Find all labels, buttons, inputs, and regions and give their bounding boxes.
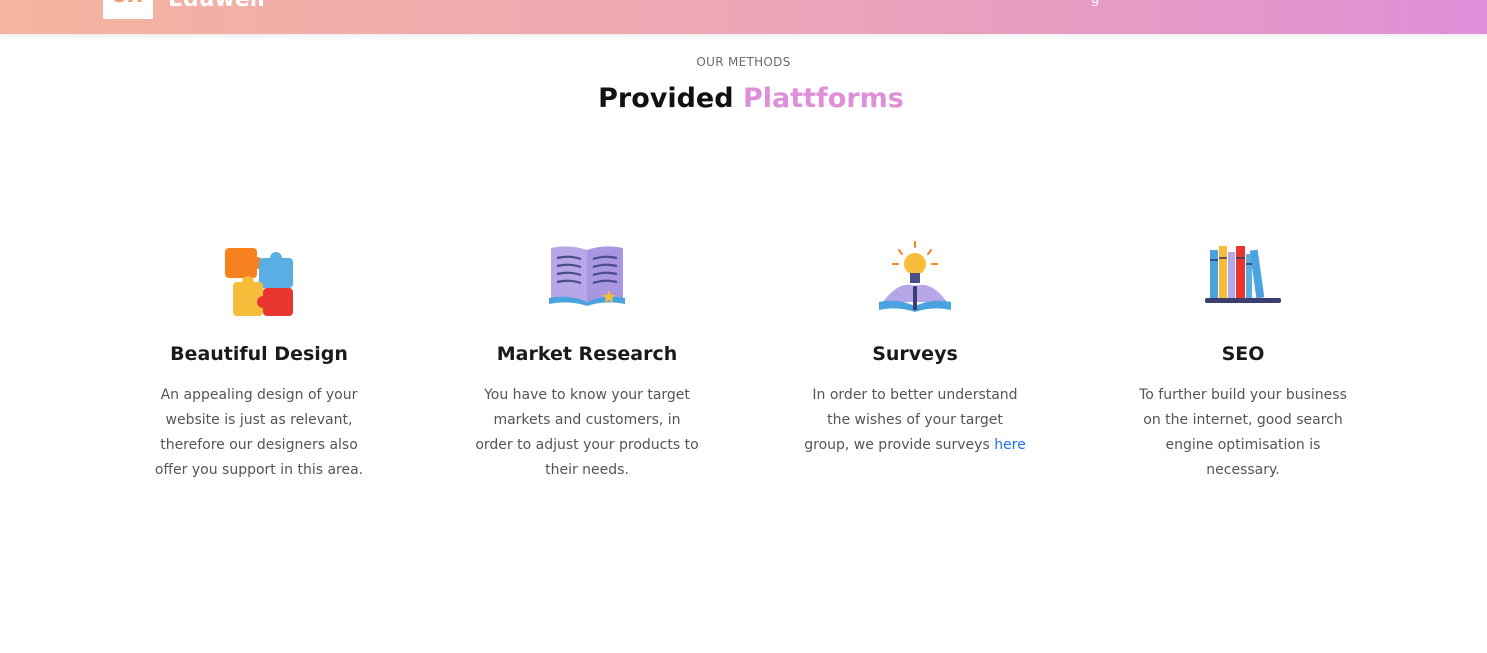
lightbulb-book-icon (879, 241, 951, 312)
nav-item[interactable]: g (1091, 0, 1099, 7)
card-text: You have to know your target markets and… (475, 387, 699, 478)
logo-text: UX (111, 0, 143, 7)
brand-name[interactable]: Eduwell (168, 0, 265, 12)
surveys-here-link[interactable]: here (994, 437, 1026, 453)
top-navbar: UX Eduwell g (0, 0, 1487, 34)
card-text: In order to better understand the wishes… (803, 383, 1028, 458)
puzzle-icon (225, 248, 293, 316)
card-text-body: In order to better understand the wishes… (804, 387, 1018, 453)
section-title-main: Provided (598, 83, 734, 114)
card-title: Beautiful Design (170, 343, 348, 365)
service-card-beautiful-design: Beautiful Design An appealing design of … (139, 240, 379, 483)
card-title: Surveys (872, 343, 958, 365)
bookshelf-icon (1205, 246, 1281, 303)
section-title-accent: Plattforms (742, 83, 904, 114)
card-title: Market Research (496, 343, 678, 365)
service-card-market-research: Market Research You have to know your ta… (467, 240, 707, 483)
card-title: SEO (1221, 343, 1265, 365)
card-text: To further build your business on the in… (1139, 387, 1347, 478)
section-title: Provided Plattforms (0, 83, 1487, 114)
logo[interactable]: UX (103, 0, 153, 19)
service-card-seo: SEO To further build your business on th… (1123, 240, 1363, 483)
open-book-icon (549, 246, 625, 306)
card-text: An appealing design of your website is j… (154, 387, 364, 478)
service-card-surveys: Surveys In order to better understand th… (795, 240, 1035, 458)
section-eyebrow: OUR METHODS (696, 55, 791, 69)
